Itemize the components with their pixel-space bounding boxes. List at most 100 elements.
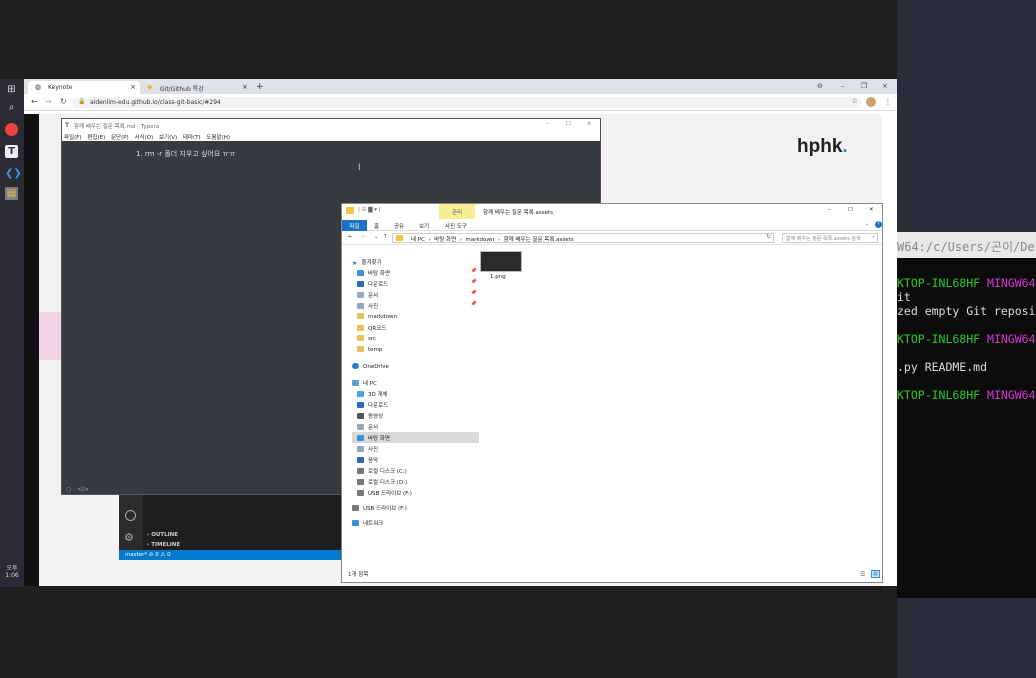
quick-access-toolbar[interactable]: | ☑ ▇ ▾ | (358, 207, 381, 213)
menu-icon[interactable]: ⋮ (884, 97, 892, 106)
url-input[interactable]: 🔒 aidenlim-edu.github.io/class-git-basic… (72, 97, 862, 108)
file-explorer-window: | ☑ ▇ ▾ | 관리 함께 배우는 질문 목록.assets – ☐ ✕ 파… (341, 203, 883, 583)
nav-quick-access[interactable]: ★ 즐겨찾기 (352, 256, 479, 267)
breadcrumb-item[interactable]: 바탕 화면 (434, 237, 456, 243)
breadcrumb-item[interactable]: markdown (465, 237, 494, 243)
nav-item-pictures[interactable]: 사진 📌 (352, 300, 479, 311)
back-icon[interactable]: ← (348, 234, 353, 240)
nav-onedrive[interactable]: OneDrive (352, 361, 479, 372)
maximize-button[interactable]: ☐ (566, 121, 571, 127)
nav-network[interactable]: 네트워크 (352, 517, 479, 528)
close-icon[interactable]: × (242, 83, 248, 91)
tab-git-github[interactable]: ◆ Git/Github 특강 × (140, 81, 252, 94)
avatar[interactable] (866, 97, 876, 107)
vscode-icon[interactable]: ❮❯ (5, 167, 22, 180)
timeline-section[interactable]: › TIMELINE (147, 542, 180, 548)
typora-footer: ○ </> (66, 486, 89, 493)
pin-icon: 📌 (470, 268, 477, 274)
nav-usb-drive[interactable]: USB 드라이브 (F:) (352, 502, 479, 513)
reload-icon[interactable]: ↻ (60, 97, 67, 106)
ribbon-tab-file[interactable]: 파일 (342, 220, 367, 231)
close-button[interactable]: ✕ (869, 207, 874, 213)
typora-icon[interactable]: T (5, 145, 18, 158)
nav-item-usb-drive[interactable]: USB 드라이브 (F:) (352, 487, 479, 498)
vscode-status-bar[interactable]: master* ⊘ 0 ⚠ 0 (119, 550, 341, 560)
chevron-down-icon[interactable]: ⌄ (374, 234, 379, 240)
close-icon[interactable]: × (130, 83, 136, 91)
details-view-icon[interactable]: ☰ (860, 571, 865, 578)
back-icon[interactable]: ← (31, 97, 38, 106)
new-tab-button[interactable]: + (254, 81, 268, 94)
ribbon-tab-share[interactable]: 공유 (394, 222, 404, 230)
help-icon[interactable]: ? (875, 221, 882, 228)
nav-item-documents[interactable]: 문서 (352, 421, 479, 432)
nav-item-desktop[interactable]: 바탕 화면 (352, 432, 479, 443)
hphk-logo: hphk. (797, 136, 848, 157)
keynote-favicon-icon: ◆ (147, 83, 153, 91)
maximize-button[interactable]: ☐ (848, 207, 853, 213)
tab-label: Keynote (48, 84, 73, 91)
nav-item-downloads[interactable]: 다운로드 📌 (352, 278, 479, 289)
git-bash-terminal[interactable]: W64:/c/Users/곤이/Desktop KTOP-INL68HF MIN… (897, 232, 1036, 598)
nav-item-desktop[interactable]: 바탕 화면 📌 (352, 267, 479, 278)
tab-keynote[interactable]: ◍ Keynote × (28, 81, 140, 94)
taskbar-clock[interactable]: 오후 1:06 (0, 563, 24, 579)
breadcrumb-item[interactable]: 내 PC (411, 237, 425, 243)
nav-item-documents[interactable]: 문서 📌 (352, 289, 479, 300)
minimize-button[interactable]: – (546, 121, 549, 127)
windows-start-icon[interactable]: ⊞ (5, 83, 18, 96)
ribbon-tab-picture-tools[interactable]: 사진 도구 (445, 222, 467, 230)
breadcrumb[interactable]: 내 PC › 바탕 화면 › markdown › 함께 배우는 질문 목록.a… (392, 233, 774, 243)
close-button[interactable]: × (882, 82, 888, 90)
account-icon[interactable]: ⊖ (817, 82, 823, 90)
breadcrumb-item[interactable]: 함께 배우는 질문 목록.assets (504, 237, 574, 243)
file-name[interactable]: 1.png (490, 274, 506, 280)
nav-item-pictures[interactable]: 사진 (352, 443, 479, 454)
search-placeholder: 함께 배우는 질문 목록.assets 검색 (786, 236, 861, 242)
terminal-output-line: it (897, 290, 911, 304)
forward-icon[interactable]: → (45, 97, 52, 106)
file-thumbnail[interactable] (480, 251, 522, 272)
up-icon[interactable]: ↑ (383, 234, 388, 240)
search-input[interactable]: 함께 배우는 질문 목록.assets 검색 ⌕ (782, 233, 878, 243)
typora-menubar: 파일(F) 편집(E) 문단(P) 서식(O) 보기(V) 테마(T) 도움말(… (62, 132, 600, 141)
nav-item-src[interactable]: src (352, 333, 479, 344)
star-icon[interactable]: ☆ (852, 97, 858, 105)
nav-this-pc[interactable]: 내 PC (352, 377, 479, 388)
nav-item-qrcode[interactable]: QR코드 (352, 322, 479, 333)
account-icon[interactable] (125, 510, 136, 521)
nav-item-3d-objects[interactable]: 3D 개체 (352, 388, 479, 399)
globe-icon: ◍ (35, 83, 42, 91)
nav-item-temp[interactable]: temp (352, 344, 479, 355)
nav-item-downloads[interactable]: 다운로드 (352, 399, 479, 410)
refresh-icon[interactable]: ↻ (766, 234, 771, 240)
manage-context-tab[interactable]: 관리 (439, 204, 475, 219)
status-bar-item-count: 1개 항목 (348, 572, 369, 578)
forward-icon[interactable]: → (360, 234, 365, 240)
explorer-ribbon: 파일 홈 공유 보기 사진 도구 ⌄ ? (342, 220, 882, 231)
maximize-button[interactable]: ❐ (861, 82, 867, 90)
ribbon-tab-view[interactable]: 보기 (419, 222, 429, 230)
minimize-button[interactable]: – (841, 82, 845, 90)
nav-item-videos[interactable]: 동영상 (352, 410, 479, 421)
chrome-icon[interactable] (5, 123, 18, 136)
terminal-title: W64:/c/Users/곤이/Desktop (897, 232, 1036, 258)
nav-item-music[interactable]: 음악 (352, 454, 479, 465)
sidebar-toggle-icon[interactable]: ○ (66, 486, 71, 493)
nav-item-local-disk-d[interactable]: 로컬 디스크 (D:) (352, 476, 479, 487)
ribbon-tab-home[interactable]: 홈 (374, 222, 379, 230)
chevron-down-icon[interactable]: ⌄ (865, 221, 870, 227)
text-cursor-icon: I (358, 163, 361, 173)
search-icon: ⌕ (872, 234, 875, 240)
outline-section[interactable]: › OUTLINE (147, 532, 178, 538)
source-code-icon[interactable]: </> (77, 486, 89, 493)
close-button[interactable]: × (587, 121, 592, 127)
search-icon[interactable]: ⌕ (5, 101, 18, 114)
gear-icon[interactable]: ⚙ (124, 531, 134, 544)
nav-item-markdown[interactable]: markdown (352, 311, 479, 322)
large-icons-view-icon[interactable]: ▦ (871, 570, 880, 578)
nav-item-local-disk-c[interactable]: 로컬 디스크 (C:) (352, 465, 479, 476)
minimize-button[interactable]: – (828, 207, 831, 213)
file-explorer-icon[interactable]: ▤ (5, 187, 18, 200)
list-item[interactable]: 1. rm -r 폴더 지우고 싶어요 ㅠㅠ (136, 149, 235, 159)
